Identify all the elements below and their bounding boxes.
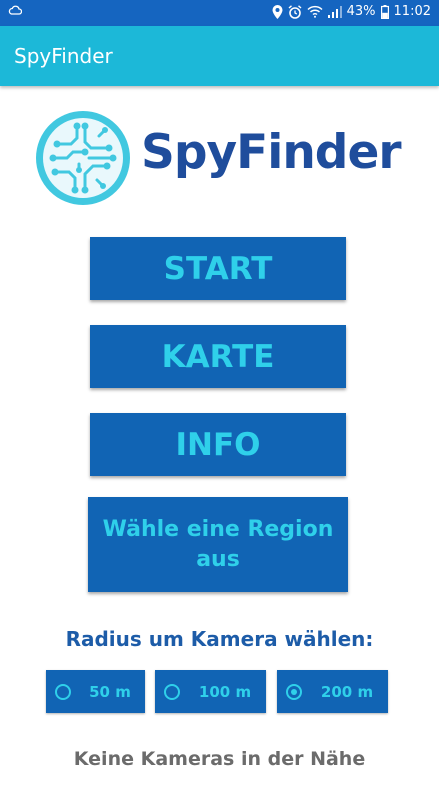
cloud-icon [8,4,22,16]
radius-option-200m[interactable]: 200 m [277,670,388,713]
location-icon [272,4,283,19]
signal-icon [327,5,342,18]
logo: SpyFinder [33,108,403,208]
radius-option-100m[interactable]: 100 m [155,670,266,713]
app-bar: SpyFinder [0,26,439,86]
start-button[interactable]: START [90,237,346,300]
wifi-icon [307,5,323,18]
radius-option-label: 50 m [89,682,131,701]
logo-text: SpyFinder [141,125,402,180]
info-button[interactable]: INFO [90,413,346,476]
status-icons: 43% 11:02 [272,4,431,19]
radius-option-50m[interactable]: 50 m [46,670,145,713]
battery-icon [380,4,389,19]
circuit-brain-icon [33,108,133,208]
alarm-icon [288,4,302,19]
radio-unchecked-icon[interactable] [164,683,180,700]
radius-option-label: 100 m [198,682,252,701]
status-bar: 43% 11:02 [0,0,439,26]
radius-option-label: 200 m [320,682,374,701]
battery-percent: 43% [346,4,376,19]
radius-label: Radius um Kamera wählen: [65,627,374,651]
app-title: SpyFinder [14,44,113,68]
camera-status-message: Keine Kameras in der Nähe [73,748,366,770]
select-region-button[interactable]: Wähle eine Region aus [88,497,348,592]
map-button[interactable]: KARTE [90,325,346,388]
clock: 11:02 [393,4,431,19]
radio-checked-icon[interactable] [286,683,302,700]
radio-unchecked-icon[interactable] [55,683,71,700]
